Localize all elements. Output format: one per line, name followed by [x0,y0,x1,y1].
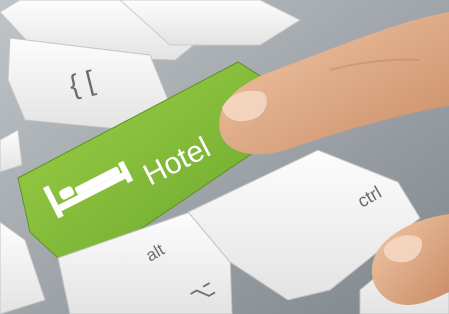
keyboard-photo: { [ Hotel alt ⌥ ctrl [0,0,449,314]
